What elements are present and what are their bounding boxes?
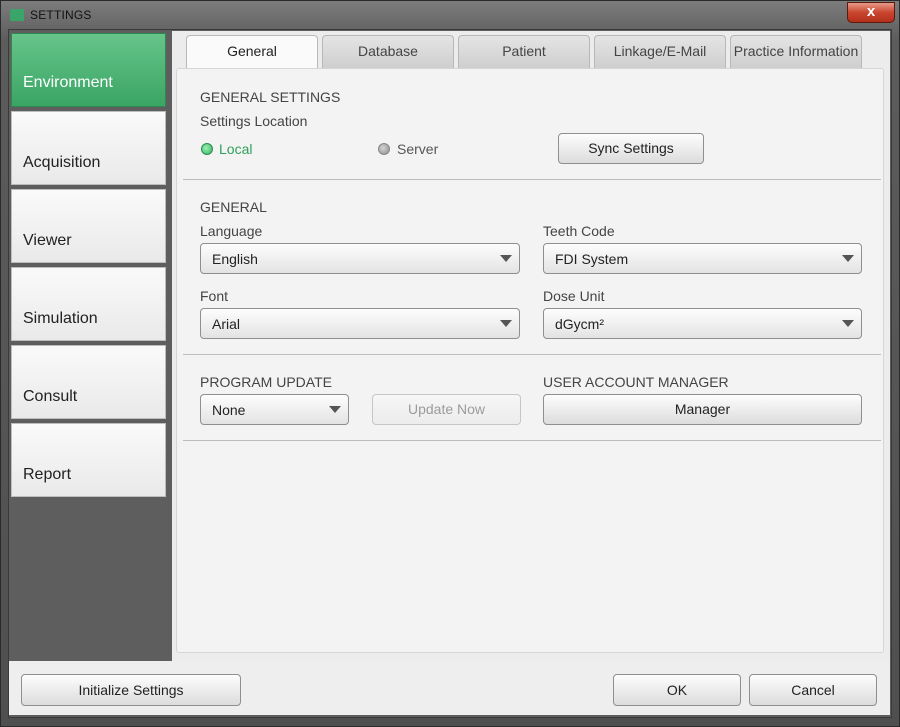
dose-unit-label: Dose Unit bbox=[543, 288, 605, 304]
content-area: General Database Patient Linkage/E-Mail … bbox=[172, 31, 890, 661]
ok-button[interactable]: OK bbox=[613, 674, 741, 706]
sidebar-item-acquisition[interactable]: Acquisition bbox=[11, 111, 166, 185]
program-update-value: None bbox=[212, 402, 246, 418]
title-bar[interactable]: SETTINGS x bbox=[1, 1, 899, 29]
font-value: Arial bbox=[212, 316, 241, 332]
user-account-manager-title: USER ACCOUNT MANAGER bbox=[543, 374, 729, 390]
dose-unit-select[interactable]: dGycm² bbox=[543, 308, 862, 339]
tab-database[interactable]: Database bbox=[322, 35, 454, 68]
chevron-down-icon bbox=[842, 320, 854, 327]
sidebar-item-consult[interactable]: Consult bbox=[11, 345, 166, 419]
general-panel: GENERAL SETTINGS Settings Location Local… bbox=[176, 68, 884, 653]
settings-location-label: Settings Location bbox=[200, 113, 308, 129]
close-button[interactable]: x bbox=[847, 2, 895, 23]
sidebar-item-label: Consult bbox=[23, 388, 78, 405]
general-settings-title: GENERAL SETTINGS bbox=[200, 89, 341, 105]
tab-practice-information[interactable]: Practice Information bbox=[730, 35, 862, 68]
sidebar-item-simulation[interactable]: Simulation bbox=[11, 267, 166, 341]
language-value: English bbox=[212, 251, 258, 267]
teeth-code-label: Teeth Code bbox=[543, 223, 615, 239]
tab-linkage-email[interactable]: Linkage/E-Mail bbox=[594, 35, 726, 68]
server-radio-label[interactable]: Server bbox=[397, 141, 438, 157]
divider bbox=[183, 179, 881, 180]
font-select[interactable]: Arial bbox=[200, 308, 520, 339]
divider bbox=[183, 354, 881, 355]
sidebar-item-label: Report bbox=[23, 466, 72, 483]
tab-patient[interactable]: Patient bbox=[458, 35, 590, 68]
chevron-down-icon bbox=[500, 255, 512, 262]
teeth-code-select[interactable]: FDI System bbox=[543, 243, 862, 274]
footer-bar: Initialize Settings OK Cancel bbox=[9, 661, 890, 715]
local-radio[interactable] bbox=[201, 143, 213, 155]
local-radio-label[interactable]: Local bbox=[219, 141, 252, 157]
cancel-button[interactable]: Cancel bbox=[749, 674, 877, 706]
update-now-button[interactable]: Update Now bbox=[372, 394, 521, 425]
dose-unit-value: dGycm² bbox=[555, 316, 604, 332]
chevron-down-icon bbox=[500, 320, 512, 327]
app-icon bbox=[10, 9, 24, 21]
sidebar-item-label: Environment bbox=[23, 74, 113, 91]
divider bbox=[183, 440, 881, 441]
chevron-down-icon bbox=[842, 255, 854, 262]
sidebar-item-label: Simulation bbox=[23, 310, 98, 327]
sidebar-item-viewer[interactable]: Viewer bbox=[11, 189, 166, 263]
window-title: SETTINGS bbox=[30, 8, 92, 22]
manager-button[interactable]: Manager bbox=[543, 394, 862, 425]
sidebar: Environment Acquisition Viewer Simulatio… bbox=[9, 31, 172, 661]
sidebar-item-report[interactable]: Report bbox=[11, 423, 166, 497]
language-select[interactable]: English bbox=[200, 243, 520, 274]
language-label: Language bbox=[200, 223, 263, 239]
teeth-code-value: FDI System bbox=[555, 251, 629, 267]
sync-settings-button[interactable]: Sync Settings bbox=[558, 133, 704, 164]
program-update-select[interactable]: None bbox=[200, 394, 349, 425]
program-update-title: PROGRAM UPDATE bbox=[200, 374, 332, 390]
initialize-settings-button[interactable]: Initialize Settings bbox=[21, 674, 241, 706]
sidebar-item-label: Viewer bbox=[23, 232, 72, 249]
tab-general[interactable]: General bbox=[186, 35, 318, 70]
sidebar-item-environment[interactable]: Environment bbox=[11, 33, 166, 107]
font-label: Font bbox=[200, 288, 229, 304]
chevron-down-icon bbox=[329, 406, 341, 413]
general-title: GENERAL bbox=[200, 199, 267, 215]
sidebar-item-label: Acquisition bbox=[23, 154, 101, 171]
server-radio[interactable] bbox=[378, 143, 390, 155]
